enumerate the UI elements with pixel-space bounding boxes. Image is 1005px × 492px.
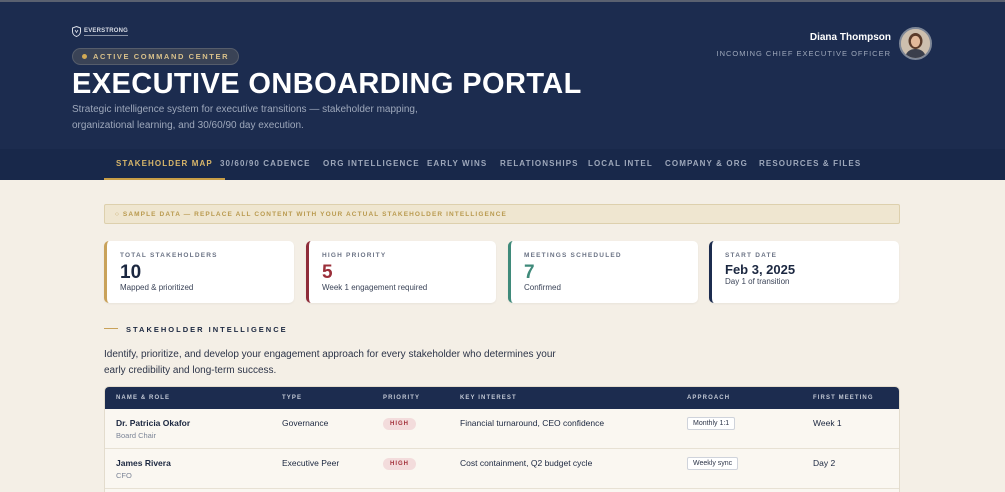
section-description: Identify, prioritize, and develop your e… <box>104 349 556 376</box>
column-header-first-meeting[interactable]: FIRST MEETING <box>813 395 874 401</box>
section-accent-line <box>104 328 118 329</box>
column-header-priority[interactable]: PRIORITY <box>383 395 420 401</box>
stakeholder-role: Board Chair <box>116 431 157 440</box>
column-header-name-role[interactable]: NAME & ROLE <box>116 395 170 401</box>
stakeholder-type: Governance <box>282 418 329 428</box>
column-header-approach[interactable]: APPROACH <box>687 395 730 401</box>
first-meeting: Day 2 <box>813 458 836 468</box>
page-title: EXECUTIVE ONBOARDING PORTAL <box>72 68 582 100</box>
tab-local-intel[interactable]: LOCAL INTEL <box>588 149 653 180</box>
stat-value: 5 <box>322 262 333 283</box>
stat-card-meetings-scheduled: MEETINGS SCHEDULED 7 Confirmed <box>508 241 698 303</box>
stakeholder-type: Executive Peer <box>282 458 340 468</box>
stat-card-high-priority: HIGH PRIORITY 5 Week 1 engagement requir… <box>306 241 496 303</box>
priority-badge: HIGH <box>383 418 416 430</box>
key-interest: Cost containment, Q2 budget cycle <box>460 458 593 468</box>
avatar[interactable] <box>899 27 932 60</box>
stat-caption: Mapped & prioritized <box>120 283 194 292</box>
command-center-badge: ACTIVE COMMAND CENTER <box>72 48 240 65</box>
table-row[interactable]: Dr. Patricia Okafor Board Chair Governan… <box>105 409 899 449</box>
approach-chip: Weekly sync <box>687 457 739 470</box>
stat-label: MEETINGS SCHEDULED <box>524 252 622 259</box>
tab-early-wins[interactable]: EARLY WINS <box>427 149 487 180</box>
status-dot-icon <box>82 54 87 59</box>
tab-30-60-90-cadence[interactable]: 30/60/90 CADENCE <box>220 149 311 180</box>
first-meeting: Week 1 <box>813 418 842 428</box>
stat-value: Feb 3, 2025 <box>725 262 796 277</box>
user-portrait-icon <box>901 29 930 58</box>
stakeholder-table: NAME & ROLE TYPE PRIORITY KEY INTEREST A… <box>104 386 900 492</box>
tab-resources-files[interactable]: RESOURCES & FILES <box>759 149 861 180</box>
stat-label: START DATE <box>725 252 778 259</box>
table-row[interactable]: James Rivera CFO Executive Peer HIGH Cos… <box>105 449 899 489</box>
stat-label: HIGH PRIORITY <box>322 252 387 259</box>
approach-chip: Monthly 1:1 <box>687 417 736 430</box>
column-header-key-interest[interactable]: KEY INTEREST <box>460 395 517 401</box>
shield-icon <box>72 26 81 37</box>
stakeholder-name: James Rivera <box>116 458 171 468</box>
stat-card-start-date: START DATE Feb 3, 2025 Day 1 of transiti… <box>709 241 899 303</box>
portal-header: EVERSTRONG ACTIVE COMMAND CENTER EXECUTI… <box>0 2 1005 149</box>
table-header: NAME & ROLE TYPE PRIORITY KEY INTEREST A… <box>105 387 899 409</box>
section-title: STAKEHOLDER INTELLIGENCE <box>126 325 288 334</box>
tab-org-intelligence[interactable]: ORG INTELLIGENCE <box>323 149 420 180</box>
tab-stakeholder-map[interactable]: STAKEHOLDER MAP <box>104 149 225 180</box>
sample-data-notice: ○ SAMPLE DATA — REPLACE ALL CONTENT WITH… <box>104 204 900 224</box>
logo-wordmark: EVERSTRONG <box>84 27 129 36</box>
stat-caption: Confirmed <box>524 283 561 292</box>
user-name: Diana Thompson <box>809 32 891 43</box>
page-subtitle: Strategic intelligence system for execut… <box>72 104 418 131</box>
stat-label: TOTAL STAKEHOLDERS <box>120 252 218 259</box>
badge-label: ACTIVE COMMAND CENTER <box>93 52 230 61</box>
column-header-type[interactable]: TYPE <box>282 395 302 401</box>
user-info[interactable]: Diana Thompson INCOMING CHIEF EXECUTIVE … <box>716 32 891 58</box>
notice-text: ○ SAMPLE DATA — REPLACE ALL CONTENT WITH… <box>115 211 507 218</box>
stakeholder-role: CFO <box>116 471 132 480</box>
stat-caption: Day 1 of transition <box>725 277 790 286</box>
stat-value: 10 <box>120 262 142 283</box>
user-role: INCOMING CHIEF EXECUTIVE OFFICER <box>716 49 891 58</box>
stat-value: 7 <box>524 262 535 283</box>
key-interest: Financial turnaround, CEO confidence <box>460 418 605 428</box>
company-logo[interactable]: EVERSTRONG <box>72 26 129 37</box>
stakeholder-name: Dr. Patricia Okafor <box>116 418 191 428</box>
tab-relationships[interactable]: RELATIONSHIPS <box>500 149 579 180</box>
stat-caption: Week 1 engagement required <box>322 283 428 292</box>
stat-card-total-stakeholders: TOTAL STAKEHOLDERS 10 Mapped & prioritiz… <box>104 241 294 303</box>
priority-badge: HIGH <box>383 458 416 470</box>
main-tab-bar: STAKEHOLDER MAP 30/60/90 CADENCE ORG INT… <box>0 149 1005 180</box>
tab-company-org[interactable]: COMPANY & ORG <box>665 149 748 180</box>
